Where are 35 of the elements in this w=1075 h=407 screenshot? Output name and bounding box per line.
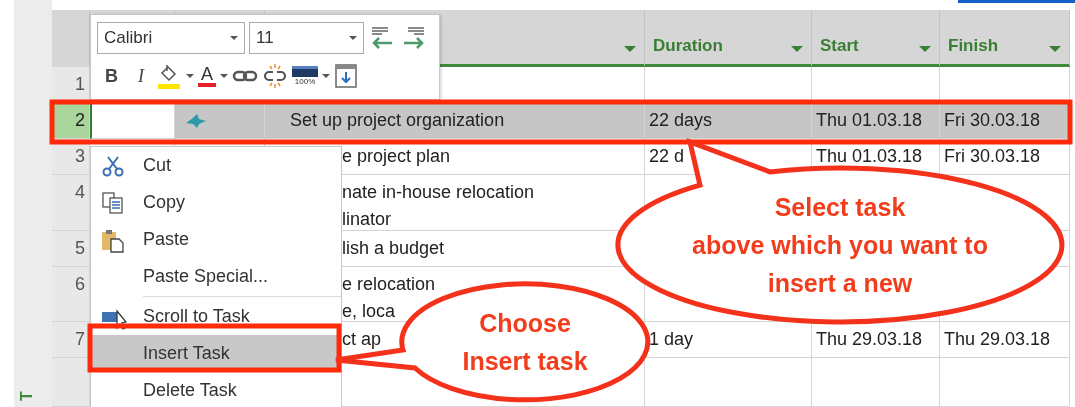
scroll-to-task-icon[interactable]	[334, 63, 358, 89]
paste-icon	[101, 229, 125, 253]
scissors-icon	[101, 155, 125, 177]
row-number: 7	[75, 329, 85, 349]
font-color-button[interactable]: A	[198, 65, 216, 87]
row-number: 5	[75, 237, 85, 258]
font-size-dropdown[interactable]: 11	[249, 22, 364, 54]
unlink-icon[interactable]	[262, 63, 288, 89]
row-header-cell[interactable]: 5	[52, 230, 90, 267]
row-header-cell[interactable]: 7	[52, 322, 90, 358]
callout-text: Select task above which you want to insert a new	[692, 192, 988, 299]
duration-cell: 22 days	[645, 103, 812, 139]
bold-button[interactable]: B	[97, 65, 126, 87]
font-dropdown[interactable]: Calibri	[97, 22, 245, 54]
fill-color-icon[interactable]	[156, 63, 182, 89]
finish-cell: Fri 30.03.18	[940, 103, 1070, 139]
row-header-cell[interactable]: 4	[52, 175, 90, 231]
row-header-cell[interactable]: 6	[52, 266, 90, 322]
row-header-cell[interactable]: 1	[52, 67, 90, 103]
link-icon[interactable]	[232, 68, 258, 84]
italic-button[interactable]: I	[130, 65, 152, 87]
row-number: 6	[75, 273, 85, 294]
menu-item[interactable]: Delete Task	[91, 372, 341, 407]
view-bar-label[interactable]: T	[17, 391, 36, 401]
copy-icon	[101, 192, 125, 214]
row-number: 2	[75, 110, 85, 130]
dropdown-caret-icon[interactable]	[624, 46, 636, 52]
row-number: 3	[75, 146, 85, 166]
start-cell: Thu 01.03.18	[812, 103, 940, 139]
row-number: 4	[75, 182, 85, 202]
task-name-cell: Set up project organization	[265, 103, 645, 139]
task-mode-icon	[185, 113, 207, 128]
finish-cell: Thu 29.03.18	[940, 322, 1070, 358]
scroll-to-task-icon	[101, 306, 129, 330]
row-number: 1	[75, 74, 85, 94]
